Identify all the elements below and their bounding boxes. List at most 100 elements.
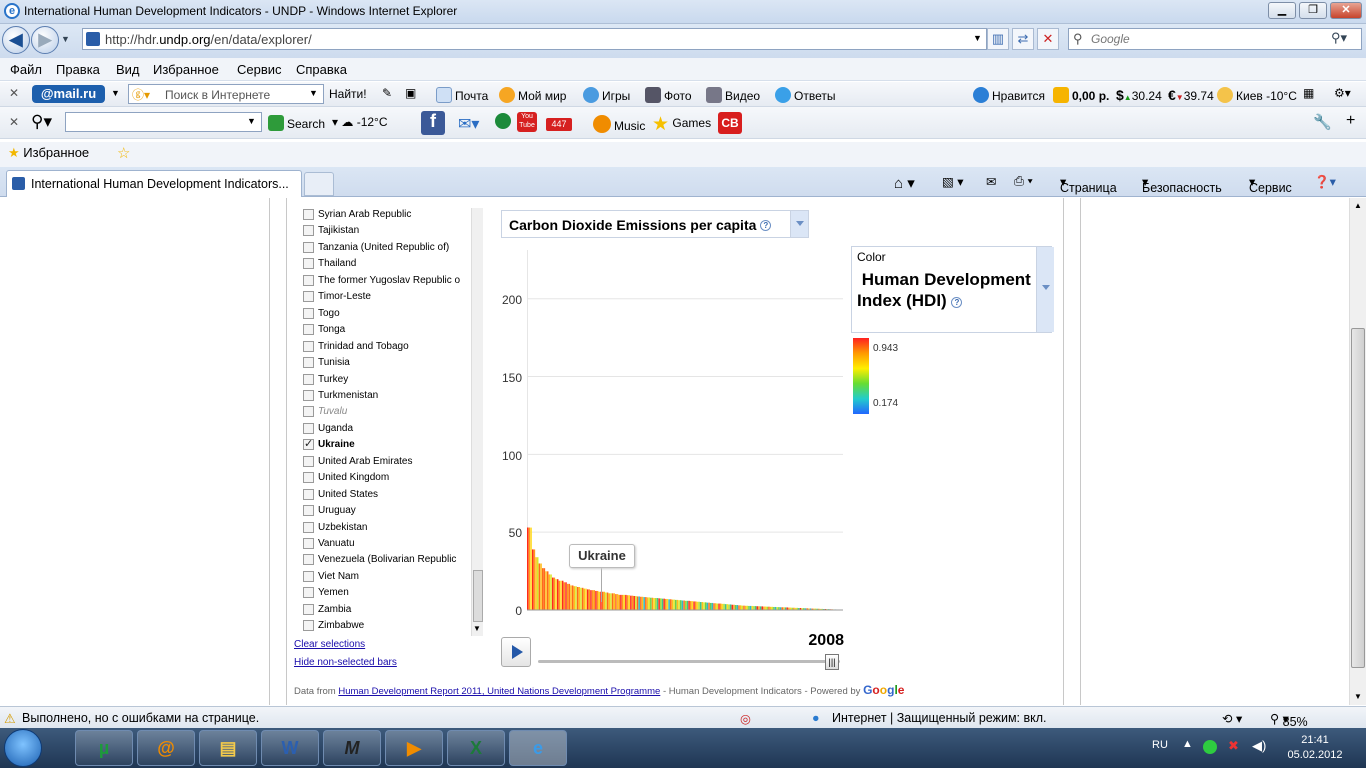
chart-bar[interactable] <box>743 605 745 610</box>
chart-bar[interactable] <box>670 599 672 610</box>
excel-taskbar-icon[interactable]: X <box>447 730 505 766</box>
country-row[interactable]: Turkey <box>302 373 472 389</box>
photo-link[interactable]: Фото <box>645 87 692 103</box>
chart-bar[interactable] <box>586 589 589 610</box>
print-icon[interactable]: ⎙ ▾ <box>1014 174 1033 189</box>
chart-bar[interactable] <box>696 601 699 610</box>
chart-bar[interactable] <box>694 601 697 610</box>
country-label[interactable]: Tonga <box>318 324 345 335</box>
country-label[interactable]: Uruguay <box>318 505 356 516</box>
country-row[interactable]: Vanuatu <box>302 537 472 553</box>
chart-bar[interactable] <box>608 593 611 610</box>
country-checkbox[interactable] <box>303 291 314 303</box>
chart-bar[interactable] <box>728 604 730 610</box>
chart-bar[interactable] <box>685 600 687 610</box>
country-row[interactable]: Thailand <box>302 257 472 273</box>
country-label[interactable]: Syrian Arab Republic <box>318 209 411 220</box>
home-icon[interactable]: ⌂ ▾ <box>894 174 915 192</box>
chart-bar[interactable] <box>620 594 622 610</box>
page-menu[interactable]: Страница ▾ <box>1060 174 1117 195</box>
country-row[interactable]: Turkmenistan <box>302 389 472 405</box>
chart-bar[interactable] <box>680 600 682 610</box>
chart-bar[interactable] <box>610 593 612 610</box>
country-label[interactable]: Venezuela (Bolivarian Republic <box>318 554 456 565</box>
country-checkbox[interactable] <box>303 241 314 253</box>
chart-bar[interactable] <box>723 603 725 610</box>
country-checkbox[interactable] <box>303 340 314 352</box>
address-dropdown-icon[interactable]: ▼ <box>973 33 982 43</box>
country-row[interactable]: Zambia <box>302 603 472 619</box>
chart-bar[interactable] <box>648 597 650 610</box>
chart-bar[interactable] <box>689 601 692 610</box>
chart-bar[interactable] <box>596 590 599 610</box>
chart-bar[interactable] <box>704 602 707 610</box>
country-label[interactable]: United Arab Emirates <box>318 456 413 467</box>
chart-bar[interactable] <box>628 595 630 610</box>
chart-bar[interactable] <box>561 580 564 610</box>
mailru-search-input[interactable]: ⓖ▾ Поиск в Интернете ▼ <box>128 84 324 104</box>
country-list-scrollbar[interactable]: ▼ <box>471 208 483 636</box>
country-checkbox[interactable] <box>303 406 314 418</box>
page-scroll-up-icon[interactable]: ▲ <box>1354 201 1362 210</box>
eur-rate[interactable]: €▼39.74 <box>1168 87 1214 103</box>
country-checkbox[interactable] <box>303 538 314 549</box>
chart-bar[interactable] <box>550 574 552 610</box>
country-label[interactable]: Zambia <box>318 604 351 615</box>
start-button[interactable] <box>4 729 42 767</box>
chart-bar[interactable] <box>601 591 604 610</box>
tray-agent-icon[interactable] <box>1203 740 1217 754</box>
country-row[interactable]: United Kingdom <box>302 471 472 487</box>
chart-bar[interactable] <box>621 594 624 610</box>
chart-bar[interactable] <box>646 597 649 610</box>
stop-icon[interactable]: ✕ <box>1037 28 1059 50</box>
refresh-icon[interactable]: ⇄ <box>1012 28 1034 50</box>
chart-bar[interactable] <box>706 602 709 610</box>
notification-badge[interactable]: 447 <box>546 118 572 131</box>
apps-icon[interactable]: ▦ <box>1303 86 1314 100</box>
country-row[interactable]: Uruguay <box>302 504 472 520</box>
chart-bar[interactable] <box>751 605 754 610</box>
country-row[interactable]: Timor-Leste <box>302 290 472 306</box>
country-row[interactable]: Zimbabwe <box>302 619 472 635</box>
country-label[interactable]: Yemen <box>318 587 349 598</box>
menu-edit[interactable]: Правка <box>56 62 100 77</box>
country-label[interactable]: Viet Nam <box>318 571 359 582</box>
address-url[interactable]: http://hdr.undp.org/en/data/explorer/ <box>105 32 312 47</box>
country-label[interactable]: Ukraine <box>318 439 355 450</box>
clear-selections-link[interactable]: Clear selections <box>294 639 365 650</box>
chart-bar[interactable] <box>623 594 625 610</box>
chart-bar[interactable] <box>668 599 670 610</box>
chart-bar[interactable] <box>653 598 655 610</box>
country-checkbox[interactable] <box>303 438 314 451</box>
chart-bar[interactable] <box>578 587 581 610</box>
media-taskbar-icon[interactable]: ▶ <box>385 730 443 766</box>
chart-bar[interactable] <box>583 588 586 610</box>
chart-bar[interactable] <box>590 590 592 610</box>
chart-bar[interactable] <box>693 601 695 610</box>
back-button[interactable]: ◀ <box>2 26 30 54</box>
country-checkbox[interactable] <box>303 587 314 599</box>
chart-bar[interactable] <box>673 599 675 610</box>
country-checkbox[interactable] <box>303 307 314 319</box>
mathcad-taskbar-icon[interactable]: M <box>323 730 381 766</box>
tab-current[interactable]: International Human Development Indicato… <box>6 170 302 197</box>
chart-bar[interactable] <box>733 604 735 610</box>
year-slider-track[interactable] <box>538 660 840 663</box>
read-mail-icon[interactable]: ✉ <box>986 174 996 189</box>
chart-bar[interactable] <box>560 580 562 610</box>
chart-bar[interactable] <box>718 603 720 610</box>
chart-bar[interactable] <box>528 527 531 610</box>
chart-bar[interactable] <box>588 589 591 610</box>
chart-bar[interactable] <box>759 606 762 610</box>
chart-bar[interactable] <box>688 600 690 610</box>
chart-bar[interactable] <box>763 606 765 610</box>
hide-non-selected-link[interactable]: Hide non-selected bars <box>294 657 397 668</box>
chart-bar[interactable] <box>746 605 749 610</box>
chart-bar[interactable] <box>555 579 557 610</box>
privacy-icon[interactable]: ◎ <box>740 711 751 726</box>
protected-mode-icon[interactable]: ⟲ ▾ <box>1222 711 1242 726</box>
chart-bar[interactable] <box>527 527 529 610</box>
chart-bar[interactable] <box>531 549 534 610</box>
mailru-logo[interactable]: @mail.ru <box>32 85 105 103</box>
music-link[interactable]: Music <box>593 115 645 133</box>
